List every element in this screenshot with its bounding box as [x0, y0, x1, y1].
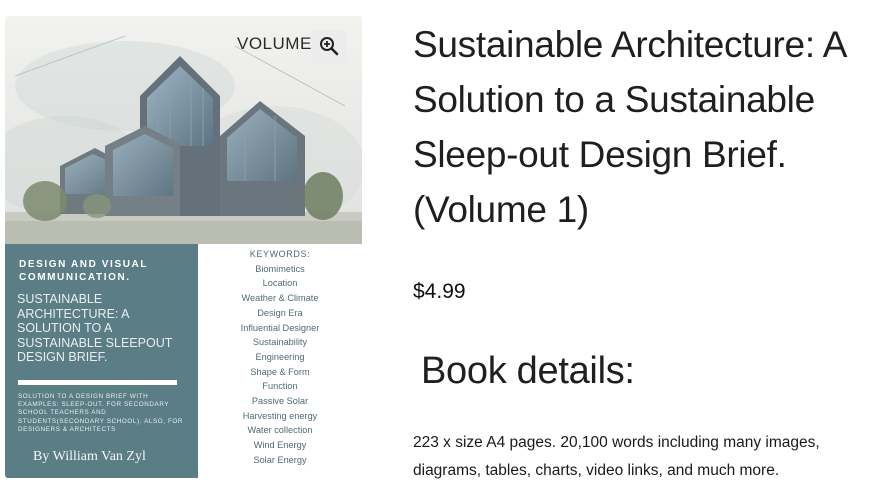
- product-price: $4.99: [413, 280, 466, 303]
- keyword-item: Passive Solar: [251, 396, 309, 407]
- keyword-item: Harvesting energy: [242, 410, 318, 421]
- cover-subtitle: SOLUTION TO A DESIGN BRIEF WITH EXAMPLES…: [18, 393, 184, 433]
- keyword-item: Shape & Form: [250, 366, 310, 377]
- cover-volume-label: VOLUME: [237, 34, 312, 53]
- magnifier-plus-icon: [319, 36, 339, 61]
- keyword-item: Engineering: [255, 351, 305, 362]
- cover-divider: [18, 380, 177, 385]
- keyword-item: Sustainability: [252, 337, 308, 348]
- cover-info-panel: DESIGN AND VISUAL COMMUNICATION. SUSTAIN…: [5, 244, 198, 478]
- book-details-text: 223 x size A4 pages. 20,100 words includ…: [413, 434, 820, 479]
- cover-header: DESIGN AND VISUAL COMMUNICATION.: [19, 259, 149, 283]
- book-cover-image[interactable]: VOLUME DESIGN AND VISUAL COMMUNICATION. …: [5, 16, 362, 478]
- keyword-item: Function: [262, 381, 298, 392]
- keyword-item: Wind Energy: [253, 440, 307, 451]
- keyword-item: Location: [262, 278, 298, 289]
- book-details-heading: Book details:: [421, 350, 635, 392]
- keyword-item: Influential Designer: [240, 322, 320, 333]
- product-title: Sustainable Architecture: A Solution to …: [413, 24, 846, 230]
- keyword-item: Solar Energy: [253, 454, 307, 465]
- cover-title: SUSTAINABLE ARCHITECTURE: A SOLUTION TO …: [17, 292, 173, 364]
- cover-author: By William Van Zyl: [33, 449, 146, 464]
- keyword-item: Design Era: [257, 307, 303, 318]
- keyword-item: Biomimetics: [255, 263, 305, 274]
- cover-keywords-panel: KEYWORDS: Biomimetics Location Weather &…: [198, 244, 362, 478]
- keywords-heading: KEYWORDS:: [249, 249, 311, 259]
- zoom-button[interactable]: [311, 30, 347, 66]
- keyword-item: Weather & Climate: [241, 293, 319, 304]
- keyword-list: KEYWORDS: Biomimetics Location Weather &…: [198, 247, 362, 468]
- keyword-item: Water collection: [247, 425, 313, 436]
